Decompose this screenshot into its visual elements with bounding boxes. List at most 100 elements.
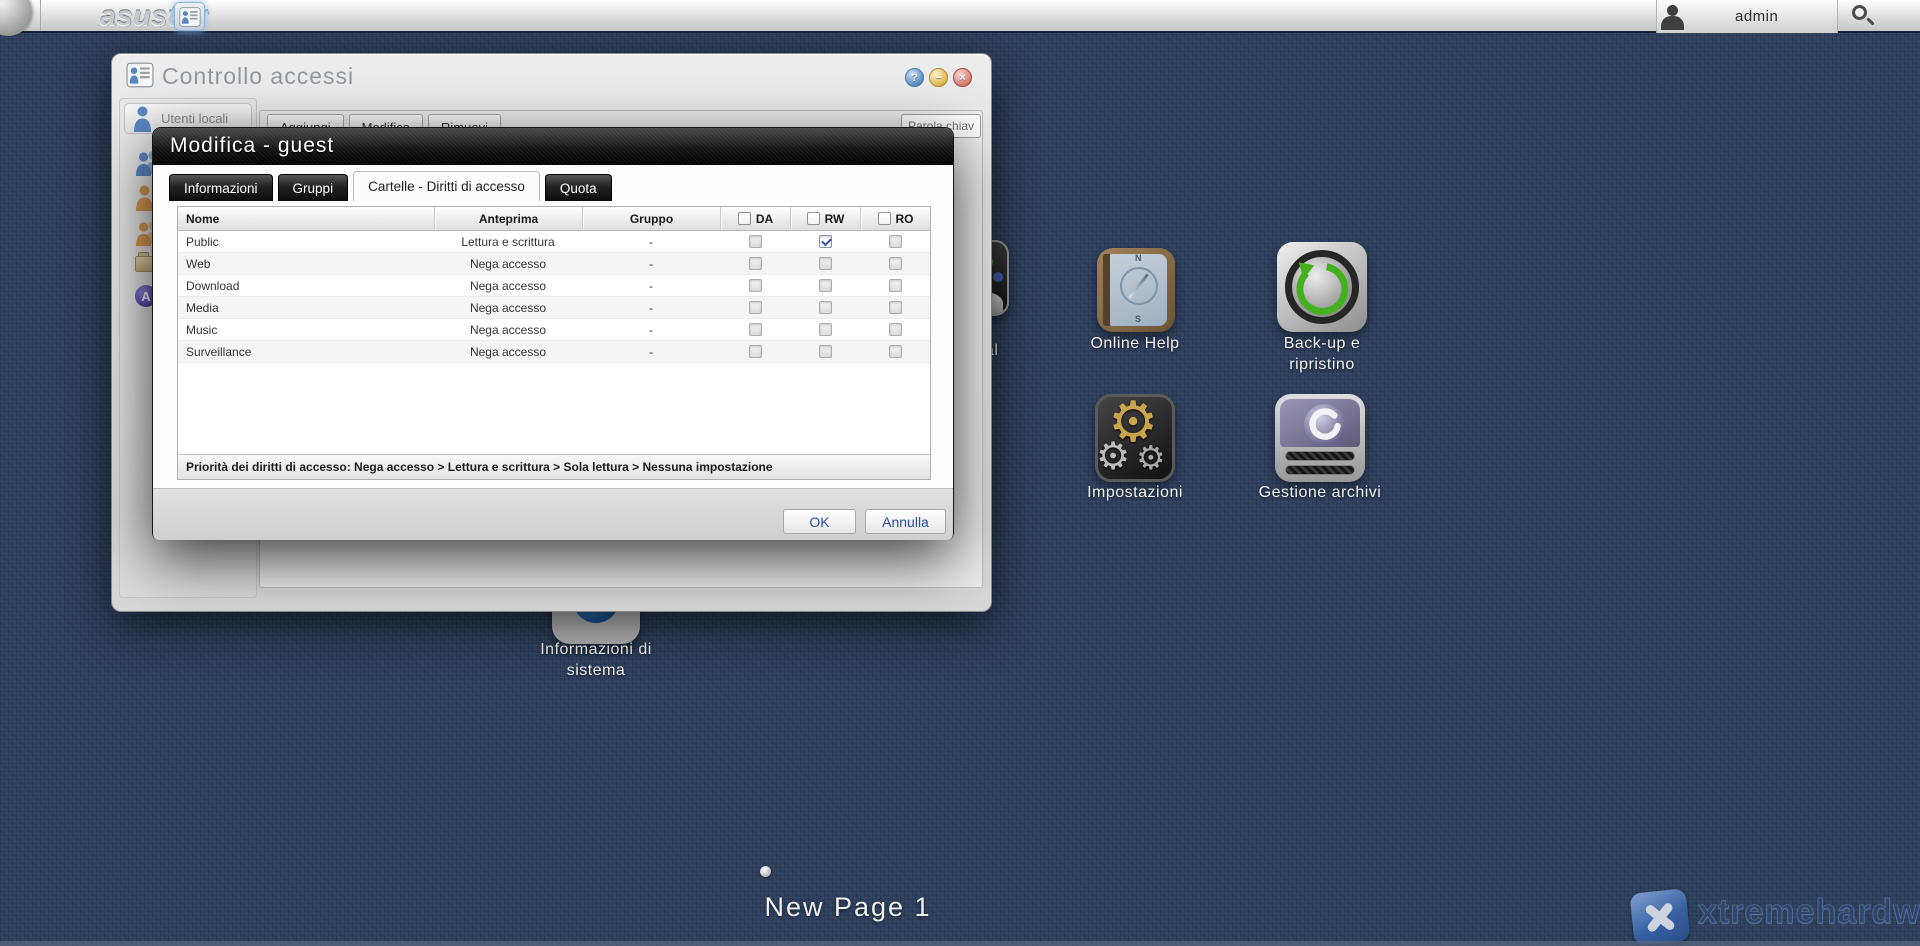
rw-checkbox[interactable]: [819, 345, 832, 358]
book-page: N S: [1110, 254, 1167, 326]
desktop: N S Online Help Back-up e ripristino ⚙ ⚙…: [0, 0, 1920, 946]
folder-name: Surveillance: [178, 345, 434, 359]
table-row-surveillance[interactable]: Surveillance Nega accesso -: [178, 341, 930, 363]
user-avatar-icon: [1661, 16, 1684, 30]
ro-checkbox[interactable]: [889, 301, 902, 314]
backup-restore-app-icon[interactable]: [1277, 242, 1367, 332]
settings-label: Impostazioni: [1055, 484, 1215, 502]
close-button[interactable]: ×: [953, 68, 972, 87]
group-value: -: [582, 301, 720, 315]
settings-app-icon[interactable]: ⚙ ⚙ ⚙: [1095, 394, 1175, 482]
da-checkbox[interactable]: [749, 345, 762, 358]
rw-checkbox[interactable]: [819, 323, 832, 336]
silver-gear-icon: ⚙: [1096, 437, 1130, 475]
edit-guest-dialog: Modifica - guest Informazioni Gruppi Car…: [152, 127, 954, 540]
desktop-page-label: New Page 1: [748, 892, 948, 923]
xtremehardware-logo-icon: [1629, 888, 1690, 946]
rw-checkbox[interactable]: [819, 301, 832, 314]
drive-top-panel: [1280, 399, 1360, 447]
backup-label-line2: ripristino: [1242, 356, 1402, 374]
da-checkbox[interactable]: [749, 323, 762, 336]
window-controls: ? − ×: [905, 68, 972, 87]
global-search-button[interactable]: [1846, 3, 1880, 31]
preview-value: Nega accesso: [434, 301, 582, 315]
folder-name: Music: [178, 323, 434, 337]
compass-n-label: N: [1135, 253, 1142, 263]
folder-name: Download: [178, 279, 434, 293]
ok-button[interactable]: OK: [783, 509, 856, 534]
table-empty-area: [178, 363, 930, 454]
topbar: asustor admin: [0, 0, 1920, 33]
online-help-app-icon[interactable]: N S: [1097, 248, 1175, 332]
tab-cartelle-diritti[interactable]: Cartelle - Diritti di accesso: [353, 171, 540, 201]
dialog-title: Modifica - guest: [170, 134, 334, 158]
system-info-label-line2: sistema: [516, 662, 676, 680]
rw-checkbox[interactable]: [819, 279, 832, 292]
da-checkbox[interactable]: [749, 279, 762, 292]
system-info-label-line1: Informazioni di: [516, 641, 676, 659]
access-control-window-icon: [126, 61, 154, 94]
column-header-anteprima: Anteprima: [434, 207, 582, 230]
da-header-label: DA: [756, 212, 773, 226]
folder-rights-table: Nome Anteprima Gruppo DA RW RO Public: [177, 206, 931, 480]
window-title: Controllo accessi: [162, 63, 354, 90]
ro-header-label: RO: [896, 212, 914, 226]
minimize-button[interactable]: −: [929, 68, 948, 87]
user-avatar-icon: [1667, 5, 1678, 16]
column-header-nome: Nome: [178, 212, 434, 226]
folder-name: Media: [178, 301, 434, 315]
folder-name: Public: [178, 235, 434, 249]
local-user-icon: [133, 106, 152, 132]
ro-checkbox[interactable]: [889, 323, 902, 336]
ro-checkbox[interactable]: [889, 279, 902, 292]
taskbar-access-control-icon[interactable]: [174, 2, 205, 31]
storage-manager-app-icon[interactable]: [1275, 394, 1365, 482]
column-header-gruppo: Gruppo: [582, 207, 720, 230]
user-menu[interactable]: admin: [1656, 0, 1838, 33]
rw-select-all-checkbox[interactable]: [807, 212, 820, 225]
rw-header-label: RW: [825, 212, 845, 226]
tab-informazioni[interactable]: Informazioni: [169, 174, 273, 201]
icon-detail: [993, 272, 1003, 282]
tab-quota[interactable]: Quota: [545, 174, 612, 201]
table-row-public[interactable]: Public Lettura e scrittura -: [178, 231, 930, 253]
cancel-button[interactable]: Annulla: [865, 509, 946, 534]
watermark-text: xtremehardware.it: [1698, 893, 1920, 932]
show-desktop-corner-button[interactable]: [0, 0, 32, 36]
rw-checkbox[interactable]: [819, 235, 832, 248]
ro-select-all-checkbox[interactable]: [878, 212, 891, 225]
ro-checkbox[interactable]: [889, 345, 902, 358]
group-value: -: [582, 323, 720, 337]
dialog-footer: OK Annulla: [153, 488, 953, 540]
rw-checkbox[interactable]: [819, 257, 832, 270]
ro-checkbox[interactable]: [889, 235, 902, 248]
preview-value: Nega accesso: [434, 279, 582, 293]
help-button[interactable]: ?: [905, 68, 924, 87]
table-row-download[interactable]: Download Nega accesso -: [178, 275, 930, 297]
folder-name: Web: [178, 257, 434, 271]
green-restore-arrow-icon: [1291, 256, 1353, 318]
dialog-tabs: Informazioni Gruppi Cartelle - Diritti d…: [169, 171, 612, 201]
table-row-web[interactable]: Web Nega accesso -: [178, 253, 930, 275]
table-row-music[interactable]: Music Nega accesso -: [178, 319, 930, 341]
tab-gruppi[interactable]: Gruppi: [278, 174, 349, 201]
da-checkbox[interactable]: [749, 301, 762, 314]
book-spine: [1103, 254, 1110, 326]
page-indicator-dot[interactable]: [760, 866, 771, 877]
column-header-ro: RO: [860, 207, 930, 230]
da-select-all-checkbox[interactable]: [738, 212, 751, 225]
backup-label-line1: Back-up e: [1242, 335, 1402, 353]
online-help-label: Online Help: [1065, 335, 1205, 353]
drive-vent-slot: [1285, 451, 1355, 461]
ro-checkbox[interactable]: [889, 257, 902, 270]
preview-value: Nega accesso: [434, 345, 582, 359]
da-checkbox[interactable]: [749, 235, 762, 248]
da-checkbox[interactable]: [749, 257, 762, 270]
storage-manager-label: Gestione archivi: [1240, 484, 1400, 502]
table-row-media[interactable]: Media Nega accesso -: [178, 297, 930, 319]
table-header: Nome Anteprima Gruppo DA RW RO: [178, 207, 930, 231]
group-value: -: [582, 257, 720, 271]
dialog-titlebar[interactable]: Modifica - guest: [153, 128, 953, 165]
sidebar-item-label: Utenti locali: [161, 111, 228, 126]
logged-in-username: admin: [1735, 8, 1778, 25]
